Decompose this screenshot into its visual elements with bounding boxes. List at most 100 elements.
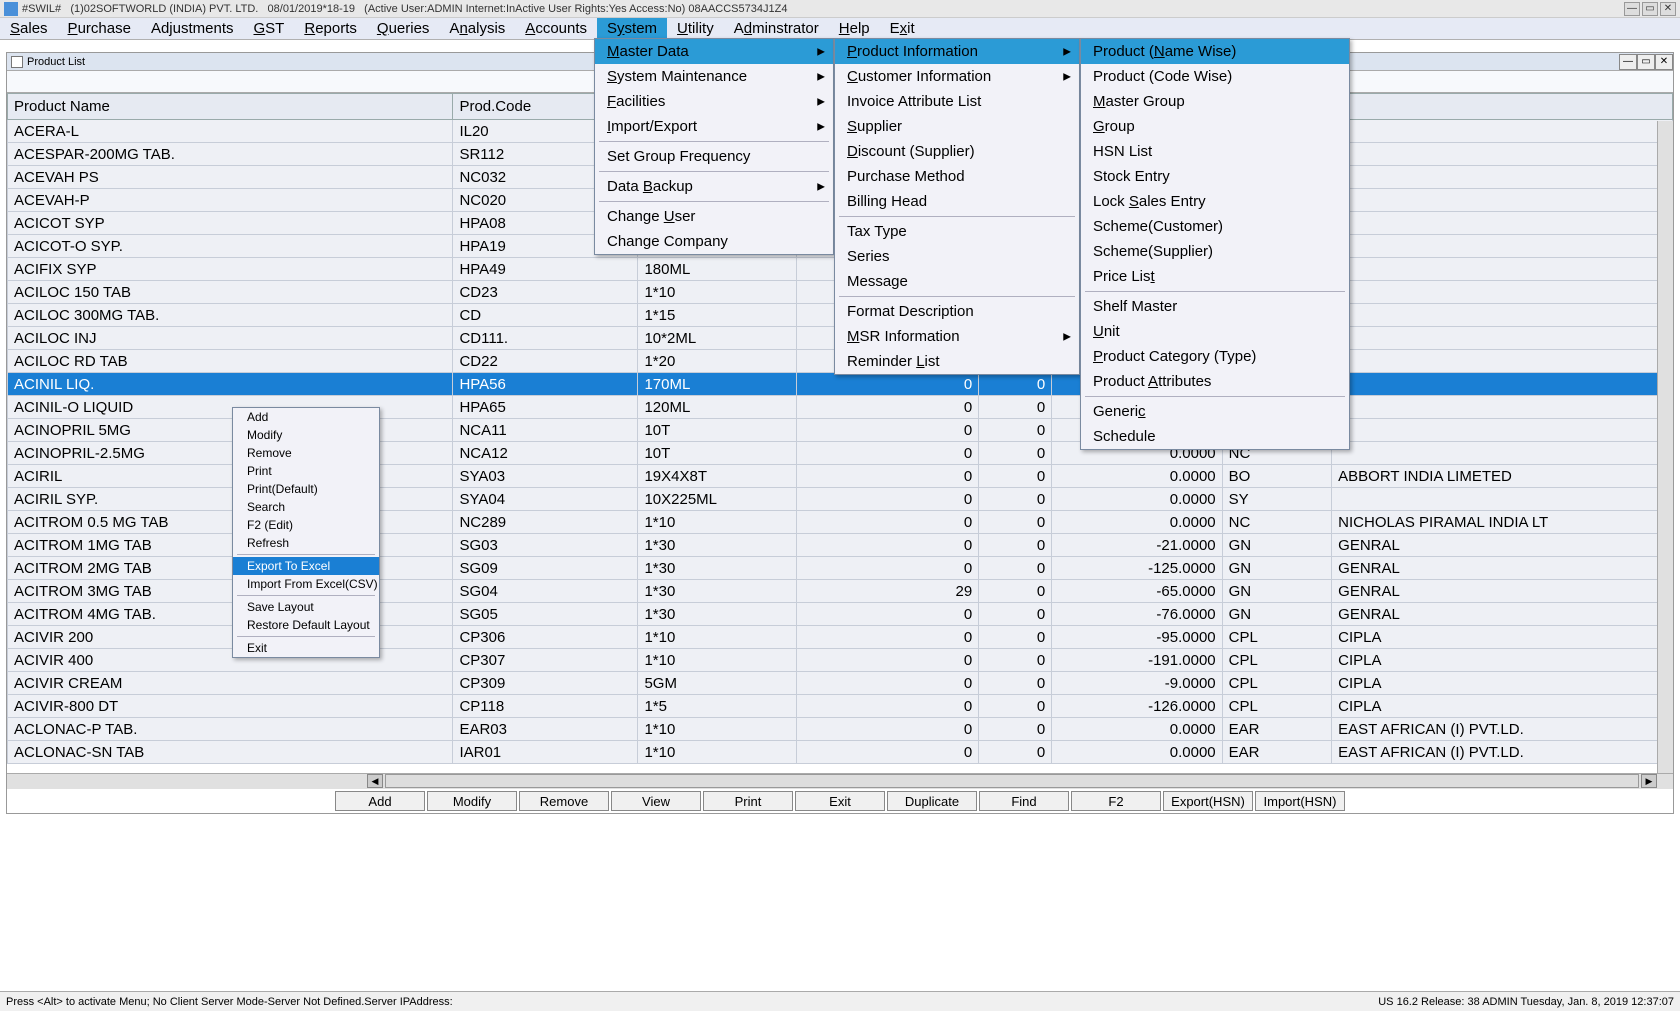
sub-maximize-button[interactable]: ▭ bbox=[1637, 54, 1655, 70]
scroll-right-icon[interactable]: ▶ bbox=[1641, 774, 1657, 788]
menu-item[interactable]: Customer Information bbox=[835, 64, 1079, 89]
menu-item[interactable]: System Maintenance bbox=[595, 64, 833, 89]
menu-item[interactable]: Price List bbox=[1081, 264, 1349, 289]
menu-item[interactable]: Group bbox=[1081, 114, 1349, 139]
context-item[interactable]: Exit bbox=[233, 639, 379, 657]
export-hsn--button[interactable]: Export(HSN) bbox=[1163, 791, 1253, 811]
menu-item[interactable]: Stock Entry bbox=[1081, 164, 1349, 189]
menu-item[interactable]: Master Group bbox=[1081, 89, 1349, 114]
menu-purchase[interactable]: Purchase bbox=[58, 18, 141, 39]
menu-item[interactable]: Product Information bbox=[835, 39, 1079, 64]
context-item[interactable]: Print(Default) bbox=[233, 480, 379, 498]
menu-item[interactable]: Reminder List bbox=[835, 349, 1079, 374]
menu-item[interactable]: Product Attributes bbox=[1081, 369, 1349, 394]
menu-separator bbox=[1085, 291, 1345, 292]
titlebar-app: #SWIL# bbox=[22, 3, 61, 15]
context-item[interactable]: Save Layout bbox=[233, 598, 379, 616]
menu-item[interactable]: Format Description bbox=[835, 299, 1079, 324]
column-header[interactable] bbox=[1332, 94, 1673, 120]
menu-queries[interactable]: Queries bbox=[367, 18, 440, 39]
menu-accounts[interactable]: Accounts bbox=[515, 18, 597, 39]
titlebar: #SWIL# (1)02SOFTWORLD (INDIA) PVT. LTD. … bbox=[0, 0, 1680, 18]
context-item[interactable]: F2 (Edit) bbox=[233, 516, 379, 534]
table-row[interactable]: ACLONAC-SN TABIAR011*10000.0000EAREAST A… bbox=[8, 741, 1673, 764]
menu-item[interactable]: Set Group Frequency bbox=[595, 144, 833, 169]
menu-item[interactable]: Product (Code Wise) bbox=[1081, 64, 1349, 89]
scroll-thumb[interactable] bbox=[385, 774, 1639, 788]
menu-item[interactable]: Generic bbox=[1081, 399, 1349, 424]
menu-item[interactable]: Import/Export bbox=[595, 114, 833, 139]
bottom-button-bar: AddModifyRemoveViewPrintExitDuplicateFin… bbox=[7, 791, 1673, 813]
menu-item[interactable]: Change User bbox=[595, 204, 833, 229]
view-button[interactable]: View bbox=[611, 791, 701, 811]
menu-item[interactable]: Invoice Attribute List bbox=[835, 89, 1079, 114]
context-item[interactable]: Import From Excel(CSV) bbox=[233, 575, 379, 593]
menu-analysis[interactable]: Analysis bbox=[439, 18, 515, 39]
find-button[interactable]: Find bbox=[979, 791, 1069, 811]
menu-adminstrator[interactable]: Adminstrator bbox=[724, 18, 829, 39]
close-button[interactable]: ✕ bbox=[1660, 2, 1676, 16]
menu-item[interactable]: MSR Information bbox=[835, 324, 1079, 349]
menu-item[interactable]: Supplier bbox=[835, 114, 1079, 139]
menu-separator bbox=[237, 554, 375, 555]
menu-item[interactable]: Product (Name Wise) bbox=[1081, 39, 1349, 64]
vertical-scrollbar[interactable] bbox=[1657, 121, 1673, 773]
context-item[interactable]: Remove bbox=[233, 444, 379, 462]
context-item[interactable]: Refresh bbox=[233, 534, 379, 552]
column-header[interactable]: Product Name bbox=[8, 94, 453, 120]
menu-item[interactable]: Master Data bbox=[595, 39, 833, 64]
menu-item[interactable]: Purchase Method bbox=[835, 164, 1079, 189]
menu-item[interactable]: Facilities bbox=[595, 89, 833, 114]
menu-utility[interactable]: Utility bbox=[667, 18, 724, 39]
import-hsn--button[interactable]: Import(HSN) bbox=[1255, 791, 1345, 811]
scroll-left-icon[interactable]: ◀ bbox=[367, 774, 383, 788]
print-button[interactable]: Print bbox=[703, 791, 793, 811]
menu-exit[interactable]: Exit bbox=[880, 18, 925, 39]
subwindow-title: Product List bbox=[27, 56, 85, 68]
maximize-button[interactable]: ▭ bbox=[1642, 2, 1658, 16]
modify-button[interactable]: Modify bbox=[427, 791, 517, 811]
exit-button[interactable]: Exit bbox=[795, 791, 885, 811]
context-item[interactable]: Search bbox=[233, 498, 379, 516]
menu-system[interactable]: System bbox=[597, 18, 667, 39]
menu-item[interactable]: Scheme(Supplier) bbox=[1081, 239, 1349, 264]
table-row[interactable]: ACIVIR CREAMCP3095GM00-9.0000CPLCIPLA bbox=[8, 672, 1673, 695]
menu-help[interactable]: Help bbox=[829, 18, 880, 39]
menu-item[interactable]: Lock Sales Entry bbox=[1081, 189, 1349, 214]
menu-item[interactable]: Data Backup bbox=[595, 174, 833, 199]
menu-adjustments[interactable]: Adjustments bbox=[141, 18, 244, 39]
menu-gst[interactable]: GST bbox=[244, 18, 295, 39]
menu-item[interactable]: Change Company bbox=[595, 229, 833, 254]
menu-item[interactable]: Unit bbox=[1081, 319, 1349, 344]
minimize-button[interactable]: — bbox=[1624, 2, 1640, 16]
context-item[interactable]: Export To Excel bbox=[233, 557, 379, 575]
context-item[interactable]: Restore Default Layout bbox=[233, 616, 379, 634]
table-row[interactable]: ACIVIR-800 DTCP1181*500-126.0000CPLCIPLA bbox=[8, 695, 1673, 718]
menu-reports[interactable]: Reports bbox=[294, 18, 367, 39]
menu-item[interactable]: Series bbox=[835, 244, 1079, 269]
table-row[interactable]: ACLONAC-P TAB.EAR031*10000.0000EAREAST A… bbox=[8, 718, 1673, 741]
f2-button[interactable]: F2 bbox=[1071, 791, 1161, 811]
context-item[interactable]: Print bbox=[233, 462, 379, 480]
add-button[interactable]: Add bbox=[335, 791, 425, 811]
table-row[interactable]: ACINIL LIQ.HPA56170ML000.0000HP bbox=[8, 373, 1673, 396]
menu-item[interactable]: Message bbox=[835, 269, 1079, 294]
menu-item[interactable]: Schedule bbox=[1081, 424, 1349, 449]
sub-close-button[interactable]: ✕ bbox=[1655, 54, 1673, 70]
menu-sales[interactable]: Sales bbox=[0, 18, 58, 39]
menu-item[interactable]: Tax Type bbox=[835, 219, 1079, 244]
remove-button[interactable]: Remove bbox=[519, 791, 609, 811]
menu-separator bbox=[599, 141, 829, 142]
context-item[interactable]: Modify bbox=[233, 426, 379, 444]
context-item[interactable]: Add bbox=[233, 408, 379, 426]
menu-item[interactable]: Scheme(Customer) bbox=[1081, 214, 1349, 239]
menu-item[interactable]: HSN List bbox=[1081, 139, 1349, 164]
menu-item[interactable]: Discount (Supplier) bbox=[835, 139, 1079, 164]
menu-item[interactable]: Billing Head bbox=[835, 189, 1079, 214]
duplicate-button[interactable]: Duplicate bbox=[887, 791, 977, 811]
menu-item[interactable]: Shelf Master bbox=[1081, 294, 1349, 319]
sub-minimize-button[interactable]: — bbox=[1619, 54, 1637, 70]
horizontal-scrollbar[interactable]: ◀ ▶ bbox=[7, 773, 1673, 789]
menubar: SalesPurchaseAdjustmentsGSTReportsQuerie… bbox=[0, 18, 1680, 40]
menu-item[interactable]: Product Category (Type) bbox=[1081, 344, 1349, 369]
